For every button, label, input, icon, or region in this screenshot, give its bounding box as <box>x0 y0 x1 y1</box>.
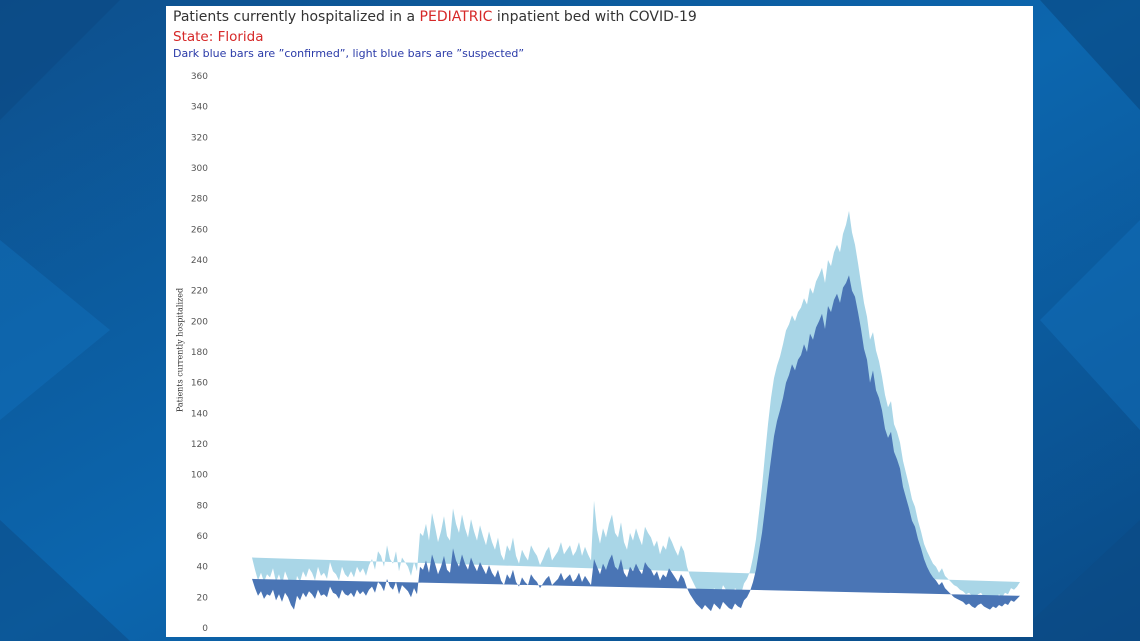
y-tick-label: 240 <box>191 256 208 266</box>
y-tick-label: 0 <box>202 624 208 634</box>
y-tick-label: 160 <box>191 379 208 389</box>
y-tick-label: 60 <box>197 532 209 542</box>
y-axis: 0 20 40 60 80 100 120 140 160 180 200 220 240 260 280 3… <box>191 72 208 634</box>
y-tick-label: 140 <box>191 409 208 419</box>
y-tick-label: 80 <box>197 501 209 511</box>
y-tick-label: 100 <box>191 471 208 481</box>
y-tick-label: 40 <box>197 563 209 573</box>
y-tick-label: 280 <box>191 195 208 205</box>
y-tick-label: 220 <box>191 287 208 297</box>
y-tick-label: 300 <box>191 164 208 174</box>
area-chart: 0 20 40 60 80 100 120 140 160 180 200 220 240 260 280 3… <box>191 72 1020 634</box>
y-tick-label: 120 <box>191 440 208 450</box>
y-tick-label: 320 <box>191 133 208 143</box>
y-tick-label: 20 <box>197 593 209 603</box>
series-layer <box>252 210 1020 612</box>
y-tick-label: 260 <box>191 225 208 235</box>
y-tick-label: 340 <box>191 103 208 113</box>
y-tick-label: 360 <box>191 72 208 82</box>
y-tick-label: 200 <box>191 317 208 327</box>
y-tick-label: 180 <box>191 348 208 358</box>
